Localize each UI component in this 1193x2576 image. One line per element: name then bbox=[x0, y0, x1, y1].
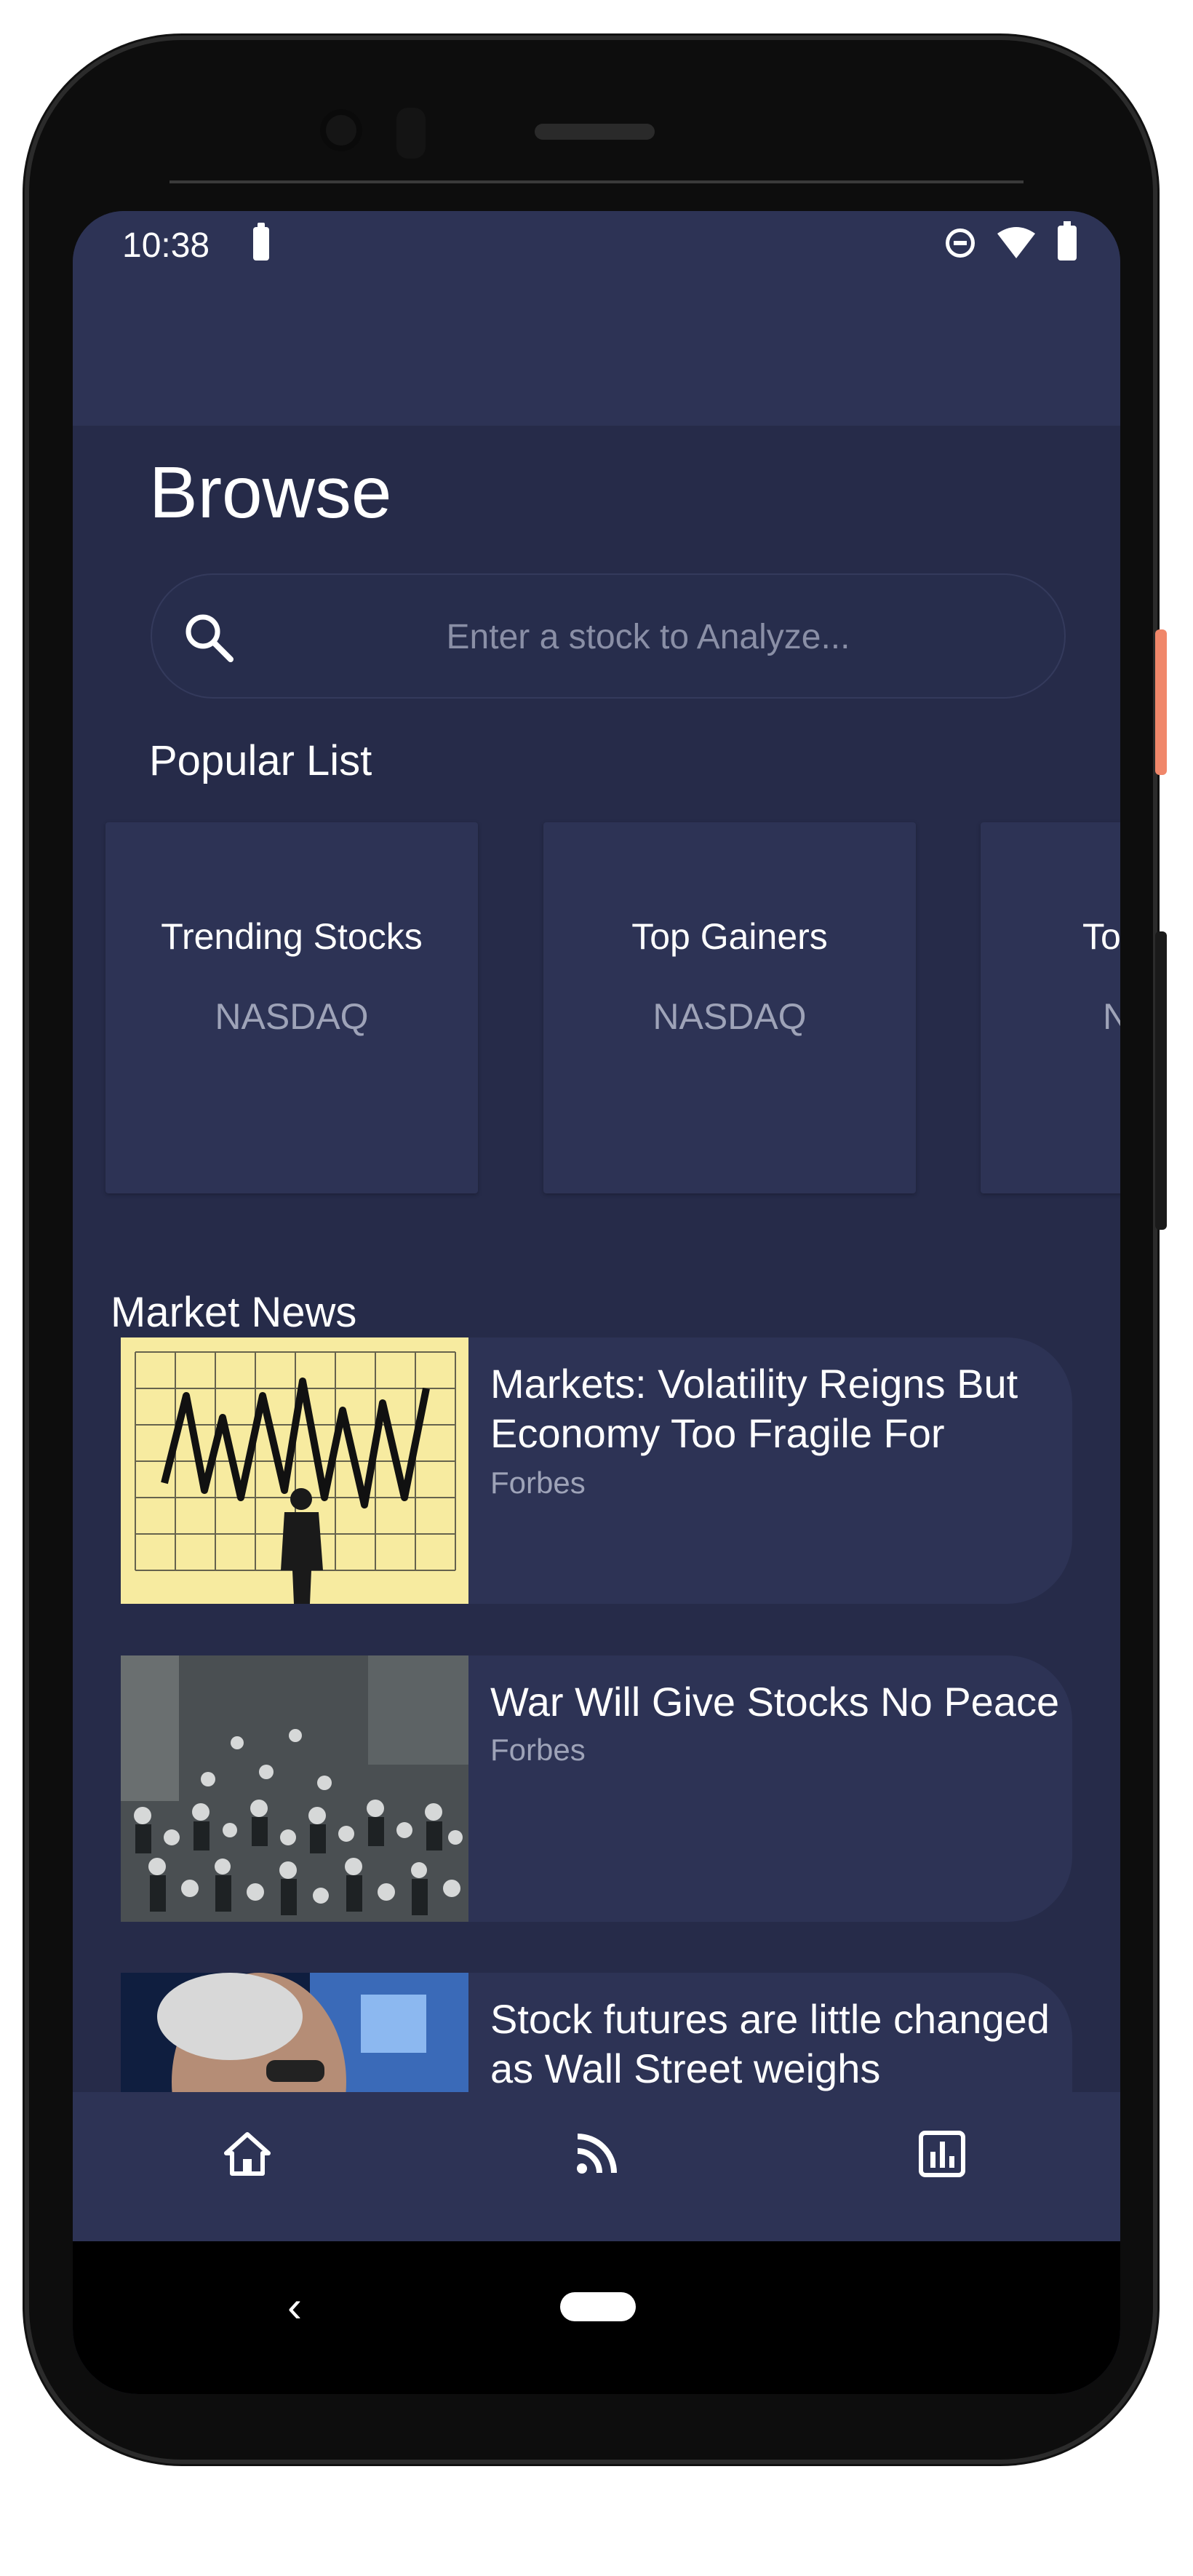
back-button[interactable]: ‹ bbox=[287, 2285, 302, 2329]
home-icon bbox=[224, 2132, 271, 2176]
card-exchange: NASDAQ bbox=[653, 996, 807, 1037]
card-title: Top Gainers bbox=[631, 916, 828, 957]
news-item[interactable]: Markets: Volatility Reigns But Economy T… bbox=[121, 1337, 1072, 1604]
news-headline: Markets: Volatility Reigns But Economy T… bbox=[490, 1361, 1018, 1456]
popular-card-trending[interactable]: Trending Stocks NASDAQ bbox=[105, 822, 478, 1193]
app-screen: 10:38 Browse Popular List Trending Stock… bbox=[73, 211, 1120, 2394]
front-camera bbox=[320, 109, 362, 151]
news-headline: Stock futures are little changed as Wall… bbox=[490, 1996, 1050, 2091]
battery-saver-icon bbox=[253, 223, 269, 261]
search-input[interactable] bbox=[261, 575, 1035, 699]
volume-button bbox=[1155, 931, 1167, 1230]
market-news-title: Market News bbox=[111, 1289, 357, 1336]
news-thumbnail bbox=[121, 1337, 468, 1604]
nav-feed[interactable] bbox=[564, 2121, 629, 2187]
rss-feed-icon bbox=[577, 2134, 617, 2174]
bar-chart-icon bbox=[919, 2131, 965, 2177]
status-icons bbox=[946, 221, 1077, 261]
screen-edge bbox=[169, 180, 1024, 183]
popular-card-top-gainers[interactable]: Top Gainers NASDAQ bbox=[543, 822, 916, 1193]
news-item[interactable]: War Will Give Stocks No Peace Forbes bbox=[121, 1655, 1072, 1922]
news-headline: War Will Give Stocks No Peace bbox=[490, 1679, 1060, 1725]
popular-list-title: Popular List bbox=[149, 737, 372, 784]
do-not-disturb-icon bbox=[946, 228, 975, 258]
earpiece-speaker bbox=[535, 124, 655, 140]
card-title: To bbox=[1082, 916, 1120, 957]
page-title: Browse bbox=[149, 452, 392, 533]
power-button bbox=[1155, 629, 1167, 775]
home-gesture-pill[interactable] bbox=[560, 2292, 636, 2321]
status-time: 10:38 bbox=[122, 226, 210, 265]
battery-icon bbox=[1058, 221, 1077, 261]
news-source: Forbes bbox=[490, 1733, 586, 1767]
search-bar[interactable] bbox=[151, 573, 1066, 699]
search-icon bbox=[185, 614, 234, 662]
camera-sensor bbox=[396, 108, 426, 159]
nav-home[interactable] bbox=[215, 2121, 280, 2187]
card-title: Trending Stocks bbox=[161, 916, 423, 957]
wifi-icon bbox=[997, 227, 1035, 258]
popular-card-partial[interactable]: To N bbox=[981, 822, 1120, 1193]
card-exchange: N bbox=[1103, 996, 1120, 1037]
app-bar: 10:38 bbox=[73, 211, 1120, 426]
nav-insights[interactable] bbox=[909, 2121, 975, 2187]
card-exchange: NASDAQ bbox=[215, 996, 369, 1037]
news-thumbnail bbox=[121, 1655, 468, 1922]
popular-list-carousel[interactable]: Trending Stocks NASDAQ Top Gainers NASDA… bbox=[105, 822, 1120, 1193]
system-navigation-bar: ‹ bbox=[73, 2241, 1120, 2394]
bottom-navigation bbox=[73, 2092, 1120, 2241]
news-source: Forbes bbox=[490, 1466, 586, 1500]
